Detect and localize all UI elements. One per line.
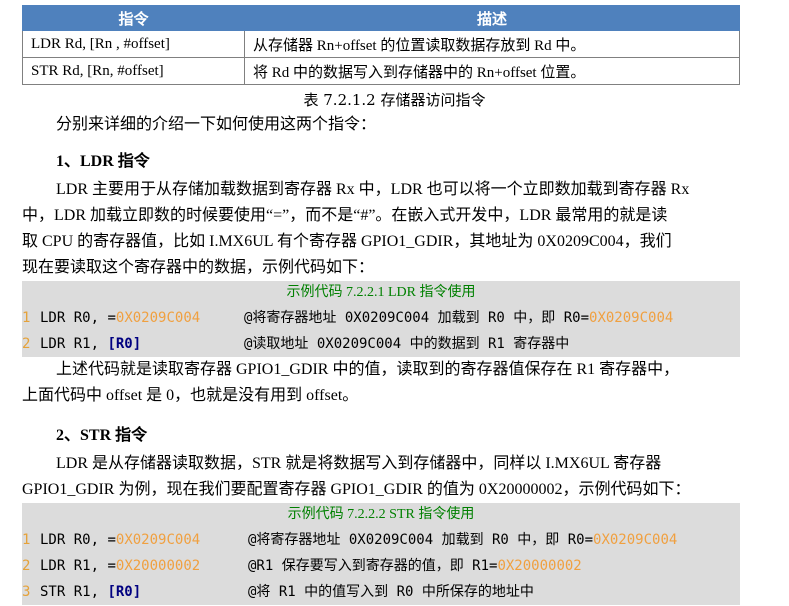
line-number: 3 (22, 584, 31, 600)
table-cell: 从存储器 Rn+offset 的位置读取数据存放到 Rd 中。 (244, 30, 740, 58)
code-args: R0, = (73, 310, 116, 326)
code-block-ldr: 示例代码 7.2.2.1 LDR 指令使用 1 LDR R0, =0X0209C0… (22, 281, 740, 357)
code-comment: @将寄存器地址 0X0209C004 加载到 R0 中，即 R0= (248, 532, 594, 548)
line-number: 1 (22, 310, 31, 326)
code-line: 1 LDR R0, =0X0209C004 @将寄存器地址 0X0209C004 加… (22, 305, 740, 331)
code-number: 0X0209C004 (593, 532, 678, 548)
paragraph-line: 上面代码中 offset 是 0，也就是没有用到 offset。 (22, 387, 359, 404)
paragraph-line: 上述代码就是读取寄存器 GPIO1_GDIR 中的值，读取到的寄存器值保存在 R… (56, 361, 680, 378)
code-line: 1 LDR R0, =0X0209C004 @将寄存器地址 0X0209C004 加… (22, 527, 740, 553)
code-line: 2 LDR R1, [R0] @读取地址 0X0209C004 中的数据到 R1 寄… (22, 331, 740, 357)
paragraph-line: LDR 是从存储器读取数据，STR 就是将数据写入到存储器中，同样以 I.MX6… (56, 455, 662, 472)
code-number: 0X20000002 (497, 558, 582, 574)
code-number: 0X0209C004 (589, 310, 674, 326)
intro-paragraph: 分别来详细的介绍一下如何使用这两个指令： (56, 116, 377, 133)
code-comment: @将寄存器地址 0X0209C004 加载到 R0 中，即 R0= (244, 310, 590, 326)
table-cell: LDR Rd, [Rn , #offset] (22, 30, 245, 58)
ldr-explain-paragraph: 上述代码就是读取寄存器 GPIO1_GDIR 中的值，读取到的寄存器值保存在 R… (22, 357, 752, 409)
line-number: 1 (22, 532, 31, 548)
code-op: LDR (40, 336, 66, 352)
table-header-instruction: 指令 (22, 5, 245, 31)
table-caption: 表 7.2.1.2 存储器访问指令 (303, 91, 486, 109)
code-args: R1, (73, 584, 108, 600)
section-heading-str: 2、STR 指令 (56, 427, 148, 444)
code-number: 0X0209C004 (115, 310, 201, 326)
code-op: LDR (40, 532, 66, 548)
table-header-description: 描述 (244, 5, 740, 31)
str-paragraph: LDR 是从存储器读取数据，STR 就是将数据写入到存储器中，同样以 I.MX6… (22, 451, 752, 503)
code-op: LDR (40, 558, 66, 574)
paragraph-line: 现在要读取这个寄存器中的数据，示例代码如下： (22, 259, 375, 276)
table-row: STR Rd, [Rn, #offset] 将 Rd 中的数据写入到存储器中的 … (22, 57, 740, 85)
code-comment: @将 R1 中的值写入到 R0 中所保存的地址中 (248, 584, 534, 600)
code-bracket: [R0] (107, 336, 142, 352)
table-cell: 将 Rd 中的数据写入到存储器中的 Rn+offset 位置。 (244, 57, 740, 85)
code-bracket: [R0] (107, 584, 142, 600)
section-heading-ldr: 1、LDR 指令 (56, 153, 150, 170)
table-cell: STR Rd, [Rn, #offset] (22, 57, 245, 85)
code-args: R1, (73, 336, 108, 352)
code-block-str: 示例代码 7.2.2.2 STR 指令使用 1 LDR R0, =0X0209C0… (22, 503, 740, 605)
code-caption: 示例代码 7.2.2.1 LDR 指令使用 (286, 285, 476, 300)
ldr-paragraph: LDR 主要用于从存储加载数据到寄存器 Rx 中，LDR 也可以将一个立即数加载… (22, 177, 752, 281)
code-op: LDR (40, 310, 66, 326)
code-caption: 示例代码 7.2.2.2 STR 指令使用 (287, 507, 475, 522)
code-args: R0, = (73, 532, 116, 548)
paragraph-line: 中，LDR 加载立即数的时候要使用“=”，而不是“#”。在嵌入式开发中，LDR … (22, 207, 668, 224)
code-number: 0X20000002 (115, 558, 201, 574)
code-line: 2 LDR R1, =0X20000002 @R1 保存要写入到寄存器的值，即 R1… (22, 553, 740, 579)
paragraph-line: 取 CPU 的寄存器值，比如 I.MX6UL 有个寄存器 GPIO1_GDIR，… (22, 233, 672, 250)
code-number: 0X0209C004 (115, 532, 201, 548)
code-op: STR (40, 584, 66, 600)
code-args: R1, = (73, 558, 116, 574)
line-number: 2 (22, 558, 31, 574)
code-comment: @R1 保存要写入到寄存器的值，即 R1= (248, 558, 498, 574)
code-comment: @读取地址 0X0209C004 中的数据到 R1 寄存器中 (244, 336, 570, 352)
code-line: 3 STR R1, [R0] @将 R1 中的值写入到 R0 中所保存的地址中 (22, 579, 740, 605)
instruction-table: 指令 描述 LDR Rd, [Rn , #offset] 从存储器 Rn+off… (22, 5, 740, 85)
paragraph-line: GPIO1_GDIR 为例，现在我们要配置寄存器 GPIO1_GDIR 的值为 … (22, 481, 691, 498)
paragraph-line: LDR 主要用于从存储加载数据到寄存器 Rx 中，LDR 也可以将一个立即数加载… (56, 181, 690, 198)
line-number: 2 (22, 336, 31, 352)
table-row: LDR Rd, [Rn , #offset] 从存储器 Rn+offset 的位… (22, 30, 740, 58)
